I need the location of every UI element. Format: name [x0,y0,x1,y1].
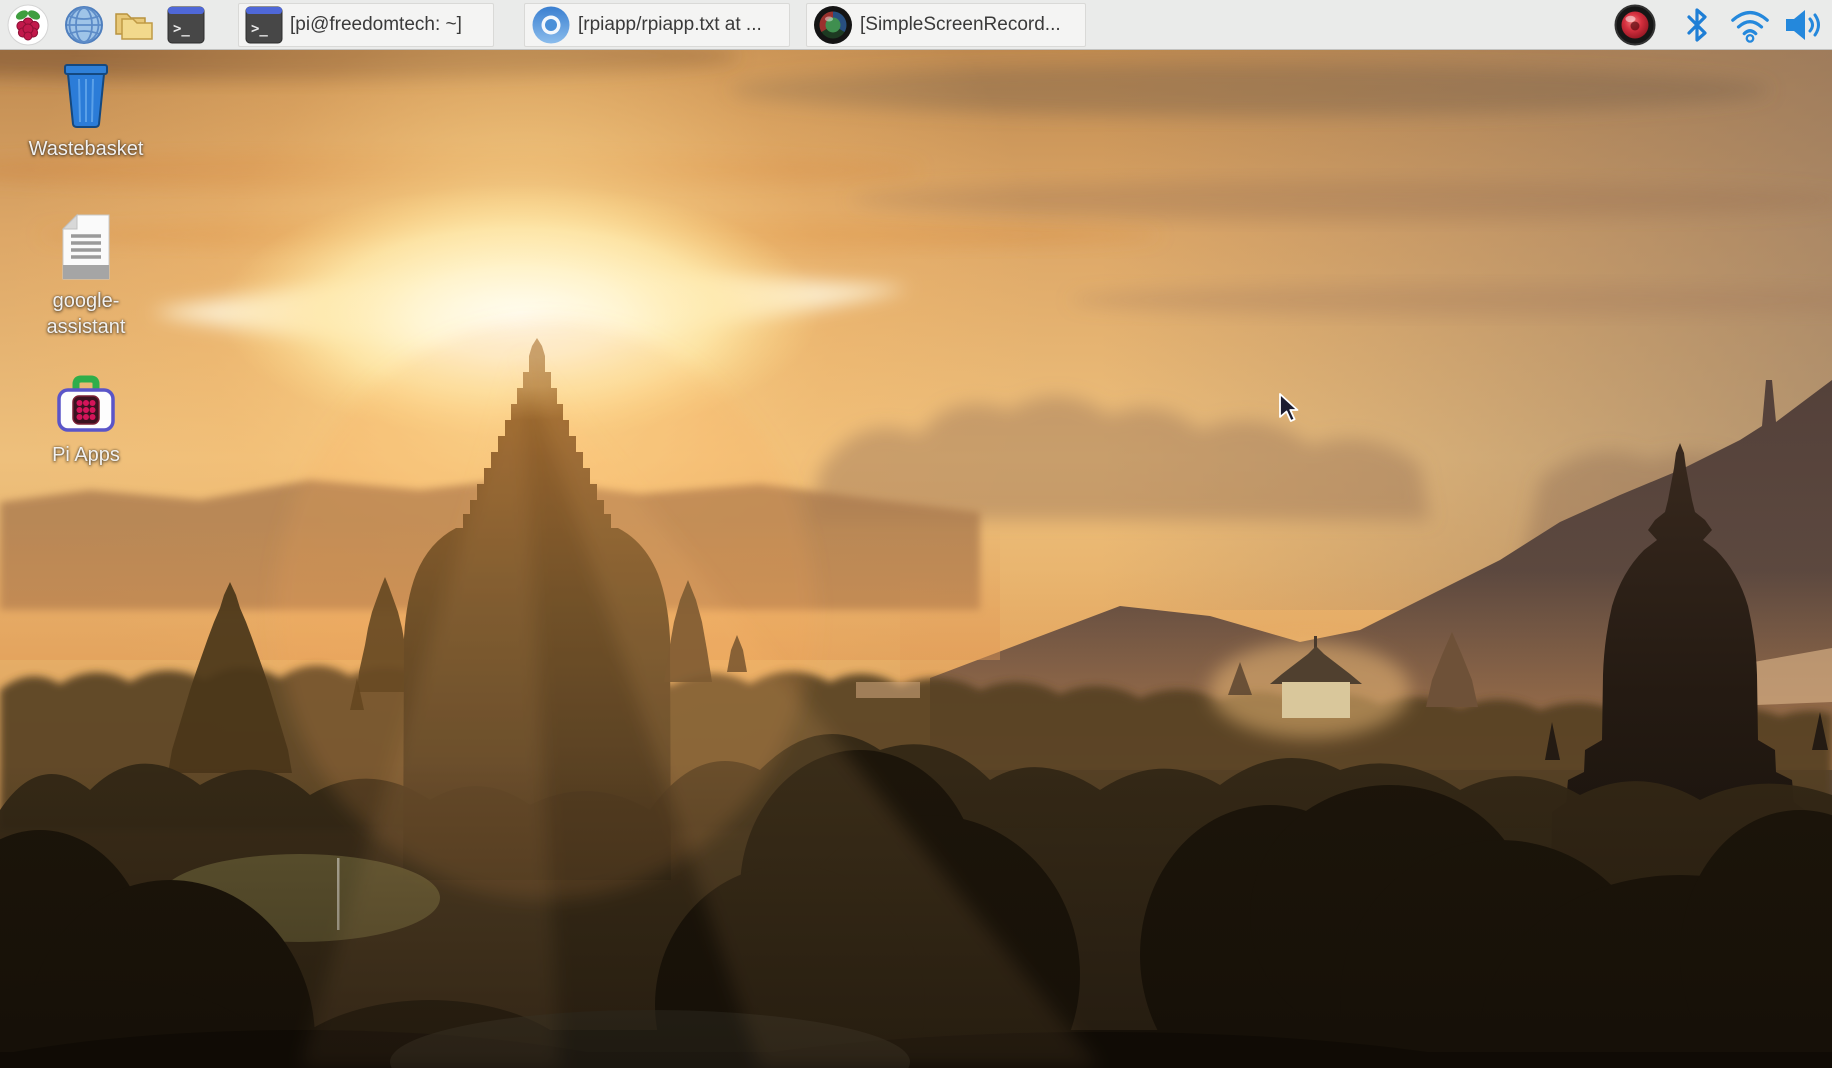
tray-record-indicator[interactable] [1613,4,1657,46]
bluetooth-icon [1687,8,1707,42]
desktop-icon-wastebasket[interactable]: Wastebasket [24,60,148,162]
folders-icon [115,13,153,40]
browser-button[interactable] [62,4,106,46]
desktop-icon-label: Wastebasket [28,138,144,160]
desktop-icon-pi-apps[interactable]: Pi Apps [24,374,148,468]
wallpaper-bagan-sunset [0,50,1832,1068]
menu-button[interactable] [6,4,50,46]
desktop-icon-label: google- assistant [47,288,126,340]
label-line2: assistant [46,316,126,338]
terminal-icon: >_ [245,6,283,44]
terminal-icon: >_ [167,6,205,44]
desktop-icon-label: Pi Apps [52,444,120,466]
terminal-launcher-button[interactable]: >_ [164,4,208,46]
record-icon [1614,4,1656,46]
tray-wifi[interactable] [1728,4,1772,46]
file-manager-button[interactable] [112,4,156,46]
globe-browser-icon [65,6,103,44]
taskbar: >_ >_ [pi@freedomtech: ~] [rpiapp/rpiapp… [0,0,1832,50]
window-title: [rpiapp/rpiapp.txt at ... [578,14,762,35]
screen-recorder-icon [814,6,852,44]
taskbar-window-terminal[interactable]: >_ [pi@freedomtech: ~] [238,3,494,47]
svg-text:>_: >_ [251,21,268,37]
pi-apps-icon [57,375,115,432]
wastebasket-icon [64,64,108,128]
taskbar-window-chromium[interactable]: [rpiapp/rpiapp.txt at ... [524,3,790,47]
window-title: [SimpleScreenRecord... [860,14,1061,35]
label-line1: google- [52,290,120,312]
tray-bluetooth[interactable] [1678,4,1716,46]
chromium-icon [532,6,570,44]
tray-volume[interactable] [1782,4,1826,46]
svg-text:>_: >_ [173,21,190,37]
volume-icon [1786,10,1820,40]
desktop-icon-google-assistant[interactable]: google- assistant [24,212,148,340]
window-title: [pi@freedomtech: ~] [290,14,462,35]
document-icon [61,213,110,280]
raspberry-menu-icon [7,4,49,46]
wifi-icon [1731,10,1769,43]
taskbar-window-screenrecorder[interactable]: [SimpleScreenRecord... [806,3,1086,47]
desktop-screen: >_ >_ [pi@freedomtech: ~] [rpiapp/rpiapp… [0,0,1832,1068]
